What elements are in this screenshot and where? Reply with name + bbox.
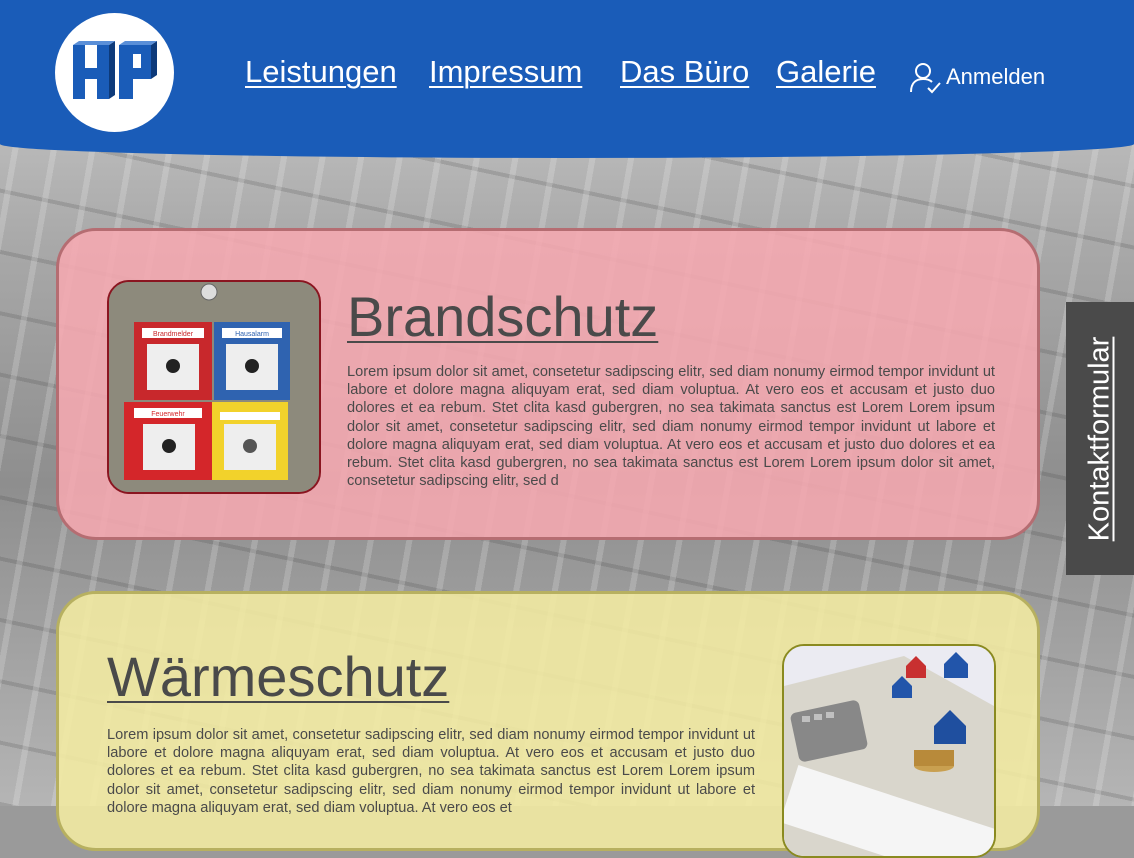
photo-label-feuerwehr: Feuerwehr — [151, 411, 185, 418]
nav-link-impressum[interactable]: Impressum — [429, 54, 582, 90]
nav-link-leistungen[interactable]: Leistungen — [245, 54, 397, 90]
user-check-icon — [910, 63, 941, 94]
brandschutz-photo: Brandmelder Hausalarm Feuerwehr — [107, 280, 321, 494]
section-title: Brandschutz — [347, 285, 659, 348]
login-button[interactable]: Anmelden — [908, 60, 1045, 94]
section-waermeschutz: Wärmeschutz Lorem ipsum dolor sit amet, … — [56, 591, 1040, 858]
site-header: Leistungen Impressum Das Büro Galerie An… — [0, 0, 1134, 158]
fire-alarm-boxes-image: Brandmelder Hausalarm Feuerwehr — [109, 282, 319, 492]
logo[interactable] — [55, 13, 174, 132]
energy-certificate-image — [784, 646, 994, 856]
section-text: Lorem ipsum dolor sit amet, consetetur s… — [107, 727, 755, 816]
waermeschutz-photo — [782, 644, 996, 858]
section-brandschutz: Brandmelder Hausalarm Feuerwehr Brandsch… — [56, 228, 1040, 540]
contact-form-label: Kontaktformular — [1083, 336, 1116, 541]
section-title: Wärmeschutz — [107, 645, 450, 708]
nav-link-galerie[interactable]: Galerie — [776, 54, 876, 90]
photo-label-brandmelder: Brandmelder — [153, 331, 194, 338]
nav-link-das-buero[interactable]: Das Büro — [620, 54, 749, 90]
login-label: Anmelden — [946, 64, 1046, 89]
section-text: Lorem ipsum dolor sit amet, consetetur s… — [347, 364, 995, 490]
contact-form-tab[interactable]: Kontaktformular — [1066, 302, 1134, 575]
hp-logo-icon — [73, 41, 157, 99]
photo-label-hausalarm: Hausalarm — [235, 331, 269, 338]
